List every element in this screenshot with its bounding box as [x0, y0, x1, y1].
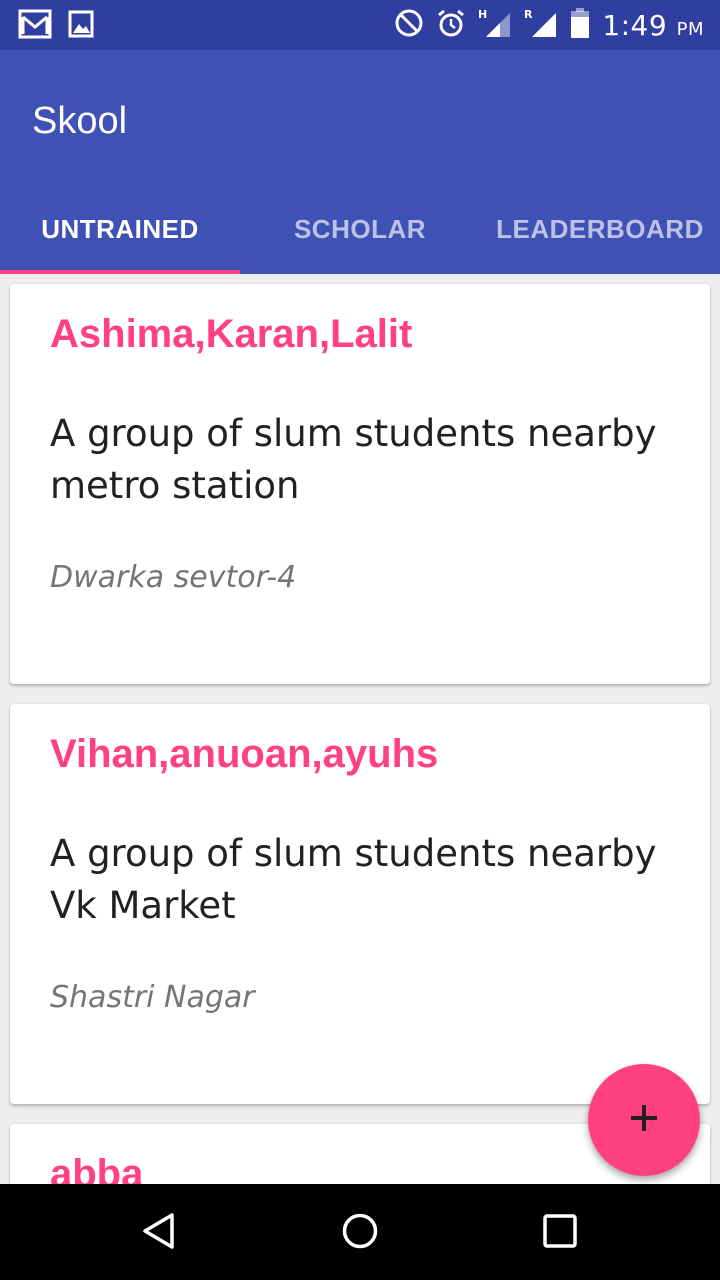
app-bar: Skool UNTRAINED SCHOLAR LEADERBOARD [0, 50, 720, 274]
recents-button[interactable] [535, 1208, 585, 1258]
back-icon [139, 1211, 179, 1256]
card-description: A group of slum students nearby Vk Marke… [50, 832, 657, 927]
clock: 1:49 PM [602, 9, 704, 42]
card-location: Shastri Nagar [50, 980, 255, 1015]
tab-scholar-label: SCHOLAR [293, 213, 427, 244]
tab-leaderboard-label: LEADERBOARD [496, 213, 704, 244]
battery-icon [570, 7, 590, 44]
signal-h-icon: H [478, 7, 512, 44]
gmail-icon [18, 9, 52, 44]
tab-leaderboard[interactable]: LEADERBOARD [480, 200, 720, 274]
tab-bar: UNTRAINED SCHOLAR LEADERBOARD [0, 200, 720, 274]
add-icon [629, 1103, 659, 1138]
card-title: Vihan,anuoan,ayuhs [50, 732, 439, 776]
card-description: A group of slum students nearby metro st… [50, 412, 657, 507]
card-title: abba [50, 1152, 144, 1184]
clock-time: 1:49 [602, 8, 668, 42]
status-bar: H R 1:49 PM [0, 0, 720, 50]
home-icon [340, 1211, 380, 1256]
svg-text:H: H [478, 8, 487, 21]
tab-scholar[interactable]: SCHOLAR [240, 200, 480, 274]
group-card[interactable]: Ashima,Karan,Lalit A group of slum stude… [10, 284, 710, 684]
card-title: Ashima,Karan,Lalit [50, 312, 413, 356]
back-button[interactable] [134, 1208, 184, 1258]
group-list[interactable]: Ashima,Karan,Lalit A group of slum stude… [0, 274, 720, 1184]
card-location: Dwarka sevtor-4 [50, 560, 297, 595]
app-title: Skool [32, 100, 128, 142]
alarm-icon [436, 8, 466, 43]
image-icon [68, 10, 94, 43]
do-not-disturb-icon [394, 8, 424, 43]
clock-ampm: PM [676, 18, 704, 40]
tab-untrained[interactable]: UNTRAINED [0, 200, 240, 274]
group-card[interactable]: Vihan,anuoan,ayuhs A group of slum stude… [10, 704, 710, 1104]
recents-icon [540, 1211, 580, 1256]
system-nav-bar [0, 1184, 720, 1280]
add-group-button[interactable] [588, 1064, 700, 1176]
home-button[interactable] [335, 1208, 385, 1258]
tab-untrained-label: UNTRAINED [41, 213, 199, 244]
signal-r-icon: R [524, 7, 558, 44]
svg-text:R: R [524, 8, 533, 21]
